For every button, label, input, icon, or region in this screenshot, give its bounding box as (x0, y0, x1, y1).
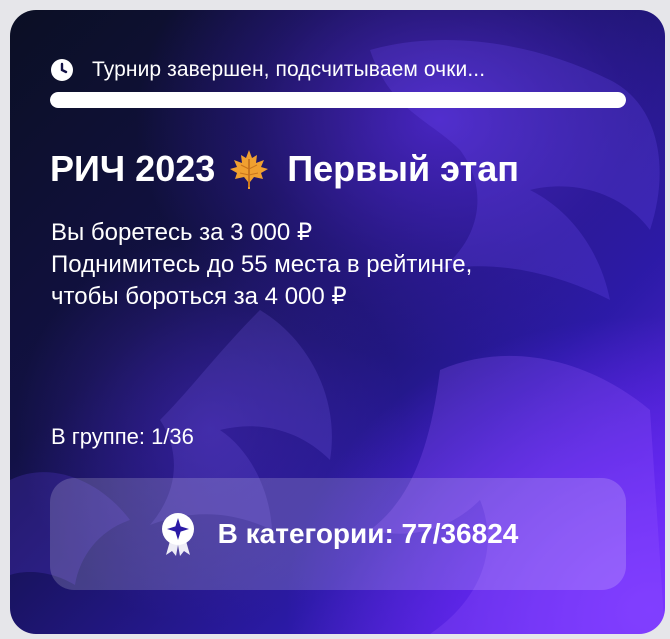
title-name: РИЧ 2023 (50, 148, 216, 189)
category-rank-button[interactable]: В категории: 77/36824 (50, 478, 626, 590)
prize-line-target: Поднимитесь до 55 места в рейтинге, (51, 251, 473, 278)
title-stage: Первый этап (287, 148, 519, 189)
maple-leaf-icon (227, 147, 271, 191)
tournament-title: РИЧ 2023 Первый этап (50, 147, 519, 191)
status-row: Турнир завершен, подсчитываем очки... (50, 58, 485, 82)
prize-description: Вы боретесь за 3 000 ₽ Поднимитесь до 55… (51, 217, 472, 313)
prize-line-next: чтобы бороться за 4 000 ₽ (51, 283, 347, 310)
status-text: Турнир завершен, подсчитываем очки... (92, 58, 486, 81)
category-rank-text: В категории: 77/36824 (217, 518, 519, 549)
group-rank: В группе: 1/36 (51, 424, 194, 449)
progress-bar-fill (50, 92, 626, 108)
badge-star-icon (158, 511, 198, 557)
progress-bar (50, 92, 626, 108)
prize-line-current: Вы боретесь за 3 000 ₽ (51, 219, 313, 246)
tournament-card: Турнир завершен, подсчитываем очки... РИ… (10, 10, 665, 634)
clock-icon (50, 58, 74, 82)
